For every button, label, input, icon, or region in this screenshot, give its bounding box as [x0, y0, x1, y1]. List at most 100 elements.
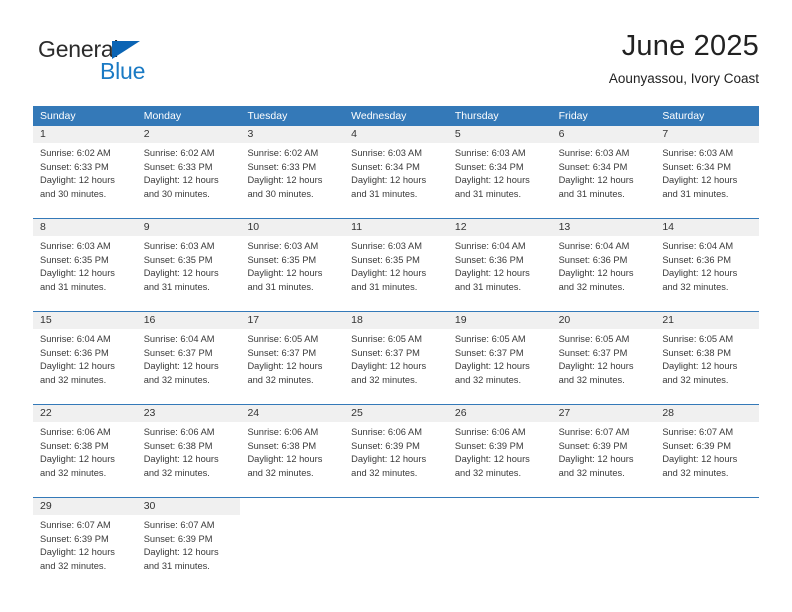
daylight-text-line1: Daylight: 12 hours: [662, 361, 738, 371]
daylight-text-line2: and 31 minutes.: [454, 188, 522, 199]
day-number: 8: [40, 221, 46, 233]
daylight-text-line2: and 31 minutes.: [558, 188, 625, 199]
daylight-text-line2: and 31 minutes.: [143, 281, 210, 292]
sunset-text: Sunset: 6:37 PM: [143, 347, 213, 358]
daylight-text-line1: Daylight: 12 hours: [351, 361, 427, 371]
sunset-text: Sunset: 6:37 PM: [351, 347, 420, 358]
calendar-day-cell[interactable]: 19 Sunrise: 6:05 AM Sunset: 6:37 PM Dayligh…: [447, 312, 552, 404]
calendar-day-cell[interactable]: 8 Sunrise: 6:03 AM Sunset: 6:35 PM Daylight…: [33, 219, 137, 311]
calendar-day-cell[interactable]: 27 Sunrise: 6:07 AM Sunset: 6:39 PM Dayligh…: [551, 405, 656, 497]
day-details: Sunrise: 6:07 AM Sunset: 6:39 PM Daylight:…: [33, 515, 137, 573]
day-details: Sunrise: 6:03 AM Sunset: 6:35 PM Daylight:…: [344, 236, 448, 294]
day-number: 12: [454, 221, 467, 233]
calendar-day-cell[interactable]: 3 Sunrise: 6:02 AM Sunset: 6:33 PM Daylight…: [240, 126, 345, 218]
day-number-strip: [655, 498, 759, 515]
day-number-strip: [448, 498, 552, 515]
daylight-text-line1: Daylight: 12 hours: [454, 361, 530, 371]
calendar-day-cell[interactable]: 18 Sunrise: 6:05 AM Sunset: 6:37 PM Dayligh…: [344, 312, 448, 404]
calendar-day-cell[interactable]: 13 Sunrise: 6:04 AM Sunset: 6:36 PM Dayligh…: [551, 219, 656, 311]
sunset-text: Sunset: 6:38 PM: [662, 347, 732, 358]
daylight-text-line1: Daylight: 12 hours: [558, 175, 634, 185]
day-number-strip: 27: [551, 405, 656, 422]
day-details: Sunrise: 6:05 AM Sunset: 6:37 PM Daylight:…: [552, 329, 656, 387]
sunrise-text: Sunrise: 6:05 AM: [351, 334, 422, 344]
calendar-day-cell[interactable]: 15 Sunrise: 6:04 AM Sunset: 6:36 PM Dayligh…: [33, 312, 137, 404]
calendar-week-inner: 22 Sunrise: 6:06 AM Sunset: 6:38 PM Dayligh…: [33, 405, 760, 497]
sunset-text: Sunset: 6:38 PM: [40, 440, 109, 451]
day-details: Sunrise: 6:05 AM Sunset: 6:38 PM Daylight:…: [655, 329, 759, 387]
day-number-strip: 29: [33, 498, 137, 515]
day-number: 2: [143, 128, 150, 140]
sunrise-text: Sunrise: 6:03 AM: [662, 148, 734, 158]
calendar-day-cell[interactable]: 26 Sunrise: 6:06 AM Sunset: 6:39 PM Dayligh…: [447, 405, 552, 497]
calendar-day-cell[interactable]: 10 Sunrise: 6:03 AM Sunset: 6:35 PM Dayligh…: [240, 219, 345, 311]
sunset-text: Sunset: 6:34 PM: [351, 161, 420, 172]
calendar-day-cell[interactable]: 6 Sunrise: 6:03 AM Sunset: 6:34 PM Daylight…: [551, 126, 656, 218]
calendar-day-cell[interactable]: 5 Sunrise: 6:03 AM Sunset: 6:34 PM Daylight…: [447, 126, 552, 218]
calendar-day-cell[interactable]: 20 Sunrise: 6:05 AM Sunset: 6:37 PM Dayligh…: [551, 312, 656, 404]
day-number-strip: [552, 498, 656, 515]
calendar-day-cell[interactable]: 2 Sunrise: 6:02 AM Sunset: 6:33 PM Daylight…: [136, 126, 241, 218]
calendar-day-cell[interactable]: 30 Sunrise: 6:07 AM Sunset: 6:39 PM Dayligh…: [136, 498, 241, 590]
day-number-strip: 6: [551, 126, 656, 143]
daylight-text-line1: Daylight: 12 hours: [662, 268, 738, 278]
day-number: 26: [454, 407, 467, 419]
calendar-day-cell[interactable]: 11 Sunrise: 6:03 AM Sunset: 6:35 PM Dayligh…: [344, 219, 448, 311]
daylight-text-line2: and 32 minutes.: [40, 560, 107, 571]
calendar-day-cell[interactable]: 12 Sunrise: 6:04 AM Sunset: 6:36 PM Dayligh…: [447, 219, 552, 311]
calendar-day-cell[interactable]: 7 Sunrise: 6:03 AM Sunset: 6:34 PM Daylight…: [655, 126, 760, 218]
day-number: 3: [247, 128, 254, 140]
day-number-strip: 8: [33, 219, 137, 236]
calendar-day-cell[interactable]: 24 Sunrise: 6:06 AM Sunset: 6:38 PM Dayligh…: [240, 405, 345, 497]
day-details: Sunrise: 6:06 AM Sunset: 6:39 PM Daylight:…: [448, 422, 552, 480]
day-number-strip: [240, 498, 344, 515]
day-number: 1: [40, 128, 46, 140]
sunset-text: Sunset: 6:38 PM: [247, 440, 317, 451]
calendar-day-cell[interactable]: 23 Sunrise: 6:06 AM Sunset: 6:38 PM Dayligh…: [136, 405, 241, 497]
sunset-text: Sunset: 6:37 PM: [247, 347, 317, 358]
sunrise-text: Sunrise: 6:07 AM: [143, 520, 215, 530]
sunset-text: Sunset: 6:35 PM: [351, 254, 420, 265]
calendar-day-cell[interactable]: 21 Sunrise: 6:05 AM Sunset: 6:38 PM Dayligh…: [655, 312, 760, 404]
page-title: June 2025: [621, 30, 759, 62]
sunrise-text: Sunrise: 6:03 AM: [143, 241, 215, 251]
sunset-text: Sunset: 6:39 PM: [40, 533, 109, 544]
calendar-day-cell[interactable]: 9 Sunrise: 6:03 AM Sunset: 6:35 PM Daylight…: [136, 219, 241, 311]
daylight-text-line2: and 31 minutes.: [662, 188, 729, 199]
day-number-strip: 15: [33, 312, 137, 329]
daylight-text-line2: and 30 minutes.: [247, 188, 314, 199]
day-number-strip: 2: [136, 126, 241, 143]
calendar-day-cell[interactable]: 29 Sunrise: 6:07 AM Sunset: 6:39 PM Dayligh…: [33, 498, 137, 590]
calendar-weeks: 1 Sunrise: 6:02 AM Sunset: 6:33 PM Daylight…: [33, 126, 760, 590]
sunrise-text: Sunrise: 6:04 AM: [558, 241, 630, 251]
calendar-day-cell[interactable]: 1 Sunrise: 6:02 AM Sunset: 6:33 PM Daylight…: [33, 126, 137, 218]
day-number-strip: 26: [447, 405, 552, 422]
day-number-strip: 10: [240, 219, 345, 236]
general-blue-logo[interactable]: General Blue: [38, 36, 238, 92]
daylight-text-line1: Daylight: 12 hours: [40, 175, 115, 185]
calendar-day-cell[interactable]: 4 Sunrise: 6:03 AM Sunset: 6:34 PM Daylight…: [344, 126, 448, 218]
daylight-text-line2: and 31 minutes.: [351, 188, 418, 199]
daylight-text-line1: Daylight: 12 hours: [454, 454, 530, 464]
calendar-day-cell[interactable]: 25 Sunrise: 6:06 AM Sunset: 6:39 PM Dayligh…: [344, 405, 448, 497]
calendar-day-cell[interactable]: 16 Sunrise: 6:04 AM Sunset: 6:37 PM Dayligh…: [136, 312, 241, 404]
day-number: 30: [143, 500, 156, 512]
calendar-day-cell[interactable]: 28 Sunrise: 6:07 AM Sunset: 6:39 PM Dayligh…: [655, 405, 760, 497]
calendar-day-cell[interactable]: 17 Sunrise: 6:05 AM Sunset: 6:37 PM Dayligh…: [240, 312, 345, 404]
sunset-text: Sunset: 6:35 PM: [143, 254, 213, 265]
day-number: 7: [662, 128, 669, 140]
sunset-text: Sunset: 6:38 PM: [143, 440, 213, 451]
weekday-header-row: Sunday Monday Tuesday Wednesday Thursday Frid…: [33, 106, 759, 126]
sunrise-text: Sunrise: 6:06 AM: [247, 427, 319, 437]
calendar-day-cell[interactable]: 14 Sunrise: 6:04 AM Sunset: 6:36 PM Dayligh…: [655, 219, 760, 311]
weekday-header-wednesday: Wednesday: [351, 110, 407, 122]
day-number-strip: 23: [136, 405, 241, 422]
sunrise-text: Sunrise: 6:05 AM: [558, 334, 630, 344]
sunset-text: Sunset: 6:37 PM: [454, 347, 524, 358]
weekday-header-friday: Friday: [558, 110, 588, 122]
day-details: Sunrise: 6:02 AM Sunset: 6:33 PM Daylight:…: [240, 143, 344, 201]
daylight-text-line1: Daylight: 12 hours: [454, 175, 530, 185]
calendar-day-cell[interactable]: 22 Sunrise: 6:06 AM Sunset: 6:38 PM Dayligh…: [33, 405, 137, 497]
daylight-text-line1: Daylight: 12 hours: [558, 361, 634, 371]
day-number-strip: 20: [551, 312, 656, 329]
